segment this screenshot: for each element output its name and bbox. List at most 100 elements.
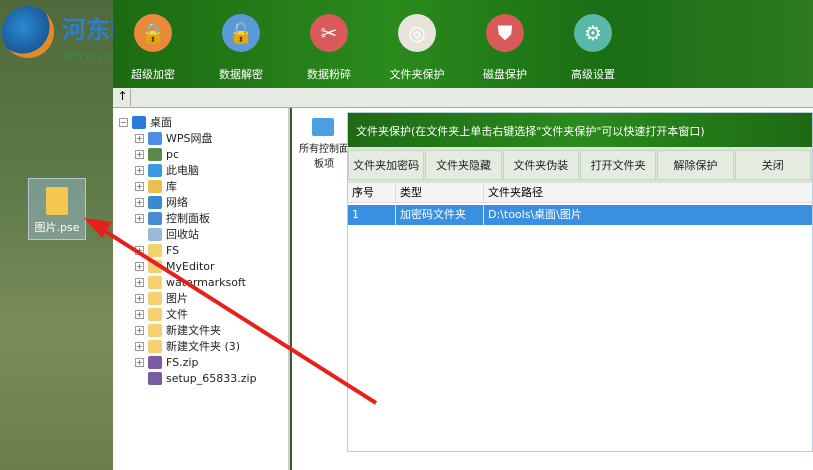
tree-node-label: MyEditor <box>166 259 215 273</box>
toolbar-label: 高级设置 <box>571 68 615 81</box>
up-button[interactable]: ↑ <box>115 89 131 106</box>
dialog-button-1[interactable]: 文件夹隐藏 <box>425 150 502 180</box>
tree-node-icon <box>148 211 162 225</box>
expand-toggle[interactable]: + <box>135 197 144 207</box>
folder-protect-dialog: 文件夹保护(在文件夹上单击右键选择"文件夹保护"可以快速打开本窗口) 文件夹加密… <box>347 112 813 452</box>
tree-node-icon <box>148 371 162 385</box>
path-bar: ↑ <box>113 88 813 108</box>
tree-node-label: 文件 <box>166 308 188 321</box>
cell-no: 1 <box>348 205 396 225</box>
tree-node-icon <box>148 307 162 321</box>
control-panel-icon[interactable] <box>312 118 334 136</box>
tree-node-icon <box>148 163 162 177</box>
tree-node-icon <box>148 179 162 193</box>
gear-icon: ⚙ <box>574 14 612 52</box>
desktop-file-icon[interactable]: 图片.pse <box>28 178 86 240</box>
tree-node-icon <box>148 147 162 161</box>
expand-toggle[interactable]: + <box>135 213 144 223</box>
expand-toggle[interactable]: + <box>135 309 144 319</box>
cell-path: D:\tools\桌面\图片 <box>488 208 582 221</box>
expand-toggle[interactable]: + <box>135 245 144 255</box>
tree-node-icon <box>148 195 162 209</box>
lock-icon: 🔒 <box>134 14 172 52</box>
watermark-logo: 河东软件园 www.pc0359.cn <box>2 6 182 63</box>
toolbar-button-0[interactable]: 🔒 超级加密 <box>113 14 193 82</box>
tree-node[interactable]: + 新建文件夹 (3) <box>135 338 240 354</box>
toolbar-label: 数据粉碎 <box>307 68 351 81</box>
tree-node-label: 新建文件夹 (3) <box>166 340 241 353</box>
tree-node[interactable]: + 网络 <box>135 194 188 210</box>
dialog-button-2[interactable]: 文件夹伪装 <box>502 150 579 180</box>
dialog-buttons: 文件夹加密码 文件夹隐藏 文件夹伪装 打开文件夹 解除保护 关闭 <box>348 147 812 183</box>
expand-toggle[interactable]: + <box>135 341 144 351</box>
toolbar-button-2[interactable]: ✂ 数据粉碎 <box>289 14 369 82</box>
shield-icon: ⛊ <box>486 14 524 52</box>
expand-toggle[interactable]: − <box>119 117 128 127</box>
toolbar-label: 数据解密 <box>219 68 263 81</box>
expand-toggle[interactable]: + <box>135 277 144 287</box>
toolbar-button-5[interactable]: ⚙ 高级设置 <box>553 14 633 82</box>
tree-node-label: 控制面板 <box>166 212 210 225</box>
tree-node-icon <box>148 243 162 257</box>
tree-node[interactable]: + WPS网盘 <box>135 130 213 146</box>
tree-node-icon <box>148 259 162 273</box>
tree-node[interactable]: + 此电脑 <box>135 162 199 178</box>
tree-node[interactable]: setup_65833.zip <box>135 370 257 386</box>
table-row[interactable]: 1 加密码文件夹 D:\tools\桌面\图片 <box>348 205 812 225</box>
col-path[interactable]: 文件夹路径 <box>484 183 812 202</box>
tree-node-icon <box>148 227 162 241</box>
toolbar-button-4[interactable]: ⛊ 磁盘保护 <box>465 14 545 82</box>
tree-node[interactable]: + watermarksoft <box>135 274 246 290</box>
tree-node-label: FS.zip <box>166 355 199 369</box>
control-panel-label[interactable]: 所有控制面板项 <box>296 142 352 172</box>
tree-node-label: 桌面 <box>150 116 172 129</box>
tree-node[interactable]: + MyEditor <box>135 258 215 274</box>
dialog-button-4[interactable]: 解除保护 <box>657 150 734 180</box>
tree-node[interactable]: + FS.zip <box>135 354 198 370</box>
tree-node[interactable]: + 新建文件夹 <box>135 322 221 338</box>
expand-toggle[interactable]: + <box>135 181 144 191</box>
expand-toggle[interactable]: + <box>135 325 144 335</box>
tree-node[interactable]: + FS <box>135 242 179 258</box>
tree-node[interactable]: + 文件 <box>135 306 188 322</box>
dialog-button-3[interactable]: 打开文件夹 <box>579 150 657 180</box>
toolbar-button-3[interactable]: ◎ 文件夹保护 <box>377 14 457 82</box>
tree-node-label: 库 <box>166 180 177 193</box>
tree-node-label: 此电脑 <box>166 164 199 177</box>
expand-toggle[interactable]: + <box>135 149 144 159</box>
tree-node-icon <box>132 115 146 129</box>
table-header: 序号 类型 文件夹路径 <box>348 183 812 203</box>
tree-node[interactable]: + 图片 <box>135 290 188 306</box>
tree-node-icon <box>148 323 162 337</box>
tree-node-icon <box>148 131 162 145</box>
tree-node[interactable]: − 桌面 <box>119 114 172 130</box>
tree-node[interactable]: + pc <box>135 146 179 162</box>
tree-node-label: watermarksoft <box>166 275 246 289</box>
dialog-button-0[interactable]: 文件夹加密码 <box>348 150 425 180</box>
folder-icon <box>46 187 68 215</box>
tree-node-label: WPS网盘 <box>166 132 213 145</box>
tree-node[interactable]: + 控制面板 <box>135 210 210 226</box>
dialog-title: 文件夹保护(在文件夹上单击右键选择"文件夹保护"可以快速打开本窗口) <box>348 113 812 147</box>
cell-type: 加密码文件夹 <box>396 205 484 225</box>
folder-tree: − 桌面 + WPS网盘 + pc + 此电脑 + 库 + 网络 + 控制面板 回收站 + FS + MyEdito… <box>113 108 290 470</box>
desktop-file-label: 图片.pse <box>34 221 80 234</box>
tree-node[interactable]: + 库 <box>135 178 177 194</box>
tree-node-icon <box>148 291 162 305</box>
expand-toggle[interactable]: + <box>135 133 144 143</box>
toolbar-label: 超级加密 <box>131 68 175 81</box>
toolbar-button-1[interactable]: 🔓 数据解密 <box>201 14 281 82</box>
tree-node-icon <box>148 355 162 369</box>
col-type[interactable]: 类型 <box>396 183 484 202</box>
tree-node-label: 新建文件夹 <box>166 324 221 337</box>
tree-node-label: pc <box>166 147 180 161</box>
col-no[interactable]: 序号 <box>348 183 396 202</box>
tree-node-label: 网络 <box>166 196 188 209</box>
dialog-button-5[interactable]: 关闭 <box>734 150 811 180</box>
expand-toggle[interactable]: + <box>135 261 144 271</box>
expand-toggle[interactable]: + <box>135 357 144 367</box>
expand-toggle[interactable]: + <box>135 293 144 303</box>
unlock-icon: 🔓 <box>222 14 260 52</box>
tree-node[interactable]: 回收站 <box>135 226 199 242</box>
expand-toggle[interactable]: + <box>135 165 144 175</box>
